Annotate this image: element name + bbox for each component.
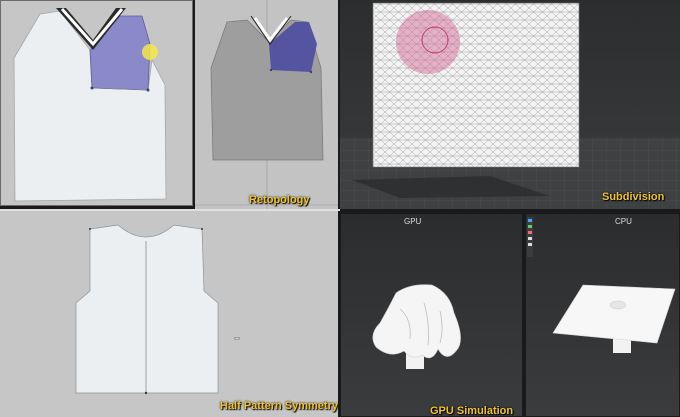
gpu-simulation-caption: GPU Simulation — [430, 405, 514, 417]
gpu-label: GPU — [404, 217, 422, 226]
panel-divider-horizontal — [0, 209, 340, 211]
half-pattern-shape[interactable] — [75, 224, 219, 394]
subdivision-canvas[interactable] — [340, 0, 680, 209]
gpu-viewport[interactable]: GPU GPU Simulation — [340, 213, 523, 417]
toolbar-icon[interactable] — [527, 217, 533, 257]
panel-divider-vertical — [193, 0, 195, 211]
brush-icon — [396, 10, 460, 74]
retopology-panel[interactable]: Retopology — [195, 0, 338, 209]
subdivision-caption: Subdivision — [602, 191, 665, 203]
cpu-viewport[interactable]: CPU — [525, 213, 680, 417]
retopology-canvas[interactable] — [195, 0, 338, 209]
gpu-viewport-canvas[interactable] — [340, 213, 523, 417]
pattern-edit-panel[interactable] — [0, 0, 193, 206]
half-pattern-canvas[interactable] — [0, 211, 338, 417]
half-pattern-panel[interactable]: ⊂⊃ Half Pattern Symmetry — [0, 211, 338, 417]
cpu-viewport-canvas[interactable] — [525, 213, 680, 417]
cursor-icon: ⊂⊃ — [234, 336, 241, 342]
pattern-edit-canvas[interactable] — [0, 0, 193, 206]
cpu-label: CPU — [615, 217, 632, 226]
half-pattern-caption: Half Pattern Symmetry — [220, 400, 338, 412]
subdivision-panel[interactable]: Subdivision — [340, 0, 680, 209]
cursor-icon — [142, 44, 158, 60]
retopology-caption: Retopology — [249, 194, 310, 206]
